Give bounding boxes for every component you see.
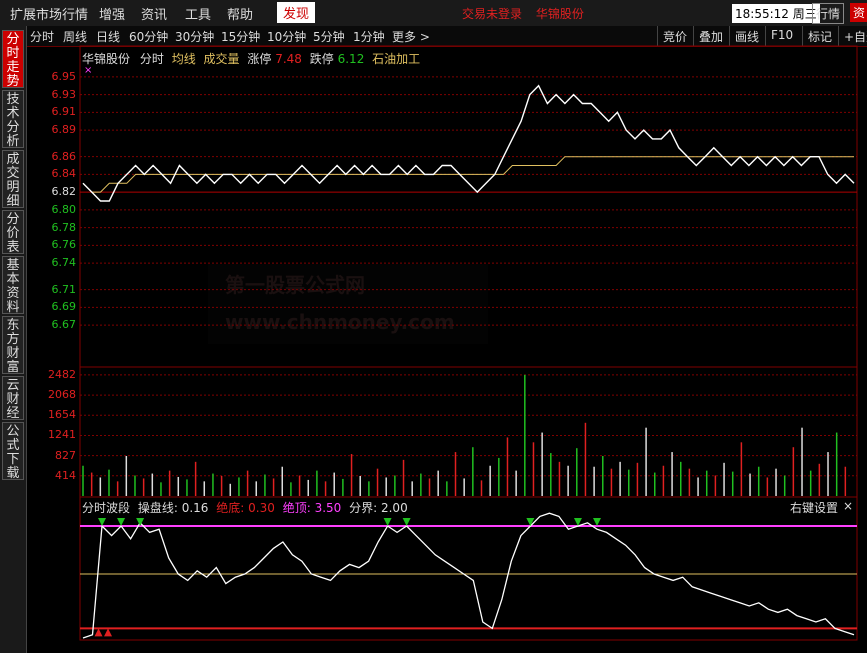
legend-avg: 均线 <box>171 52 196 66</box>
sell-arrow-icon <box>98 518 107 526</box>
price-line <box>82 84 855 202</box>
sell-arrow-icon <box>383 518 392 526</box>
indicator-line1-value: 0.16 <box>181 501 209 515</box>
volume-tick-label: 414 <box>55 468 76 482</box>
indicator-top-label: 绝顶: <box>282 501 311 515</box>
indicator-line1-label: 操盘线: <box>137 501 178 515</box>
indicator-divider-label: 分界: <box>349 501 378 515</box>
volume-tick-label: 1241 <box>48 428 76 442</box>
legend-mode: 分时 <box>139 52 164 66</box>
sell-arrow-icon <box>402 518 411 526</box>
indicator-name: 分时波段 <box>82 501 131 515</box>
indicator-top-value: 3.50 <box>314 501 342 515</box>
price-tick-label: 6.89 <box>51 123 77 137</box>
indicator-divider-value: 2.00 <box>380 501 408 515</box>
price-tick-label: 6.76 <box>51 238 77 252</box>
indicator-bottom-label: 绝底: <box>216 501 245 515</box>
sell-arrow-icon <box>593 518 601 526</box>
right-click-settings[interactable]: 右键设置 <box>790 499 838 516</box>
cross-marker: × <box>84 65 93 76</box>
volume-panel-frame <box>79 366 858 498</box>
volume-tick-label: 827 <box>55 448 76 462</box>
avg-price-line <box>82 156 854 193</box>
price-tick-label: 6.78 <box>51 220 77 234</box>
price-legend: 华锦股份 分时 均线 成交量 涨停 7.48 跌停 6.12 石油加工 <box>82 50 420 67</box>
volume-tick-label: 2068 <box>48 388 76 402</box>
price-tick-label: 6.86 <box>51 149 77 163</box>
volume-tick-label: 2482 <box>48 367 76 381</box>
indicator-bottom-value: 0.30 <box>248 501 275 515</box>
legend-sector: 石油加工 <box>372 52 421 66</box>
buy-arrow-icon <box>104 628 113 637</box>
price-tick-label: 6.74 <box>51 256 77 270</box>
legend-volume: 成交量 <box>203 52 240 66</box>
close-icon[interactable]: × <box>843 499 853 513</box>
legend-limit-up-value: 7.48 <box>275 52 302 66</box>
legend-limit-down-label: 跌停 <box>309 52 334 66</box>
price-tick-label: 6.67 <box>51 318 77 332</box>
sell-arrow-icon <box>526 518 535 526</box>
price-tick-label: 6.84 <box>51 167 77 181</box>
price-tick-label: 6.69 <box>51 300 77 314</box>
volume-tick-label: 1654 <box>48 408 76 422</box>
indicator-panel-frame <box>79 496 858 641</box>
legend-limit-up-label: 涨停 <box>247 52 272 66</box>
sell-arrow-icon <box>117 518 126 526</box>
indicator-legend: 分时波段 操盘线: 0.16 绝底: 0.30 绝顶: 3.50 分界: 2.0… <box>82 499 408 516</box>
legend-limit-down-value: 6.12 <box>337 52 365 66</box>
price-tick-label: 6.71 <box>51 282 77 296</box>
buy-arrow-icon <box>94 628 103 637</box>
indicator-line <box>82 512 855 639</box>
price-tick-label: 6.91 <box>51 105 77 119</box>
price-tick-label: 6.80 <box>51 202 77 216</box>
price-tick-label: 6.82 <box>51 185 77 199</box>
price-tick-label: 6.93 <box>51 87 77 101</box>
chart-canvas[interactable] <box>0 0 867 653</box>
price-tick-label: 6.95 <box>51 69 77 83</box>
legend-stock-name: 华锦股份 <box>82 52 131 66</box>
